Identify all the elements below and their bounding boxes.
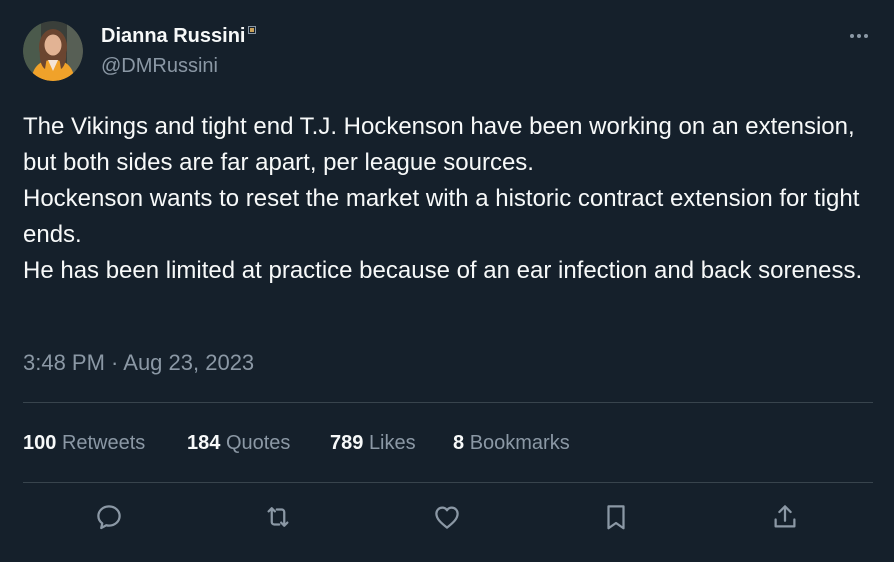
likes-label: Likes	[368, 432, 416, 454]
retweet-button[interactable]	[261, 500, 295, 534]
retweet-icon	[267, 507, 289, 527]
display-name-row: Dianna Russini	[101, 22, 257, 50]
handle[interactable]: @DMRussini	[101, 52, 256, 80]
tweet-card: Dianna Russini @DMRussini The Vikings an…	[0, 0, 894, 562]
tweet-paragraph: The Vikings and tight end T.J. Hockenson…	[23, 113, 855, 176]
tweet-paragraph: Hockenson wants to reset the market with…	[23, 185, 860, 248]
heart-icon	[435, 506, 459, 529]
display-name[interactable]: Dianna Russini	[101, 22, 245, 50]
divider	[23, 402, 873, 403]
avatar[interactable]	[23, 21, 83, 81]
quotes-count: 184	[187, 432, 221, 454]
bookmarks-stat[interactable]: 8 Bookmarks	[453, 428, 570, 458]
divider	[23, 482, 873, 483]
bookmarks-label: Bookmarks	[469, 432, 570, 454]
retweets-count: 100	[23, 432, 57, 454]
likes-count: 789	[330, 432, 364, 454]
tweet-paragraph: He has been limited at practice because …	[23, 257, 863, 284]
tweet-text: The Vikings and tight end T.J. Hockenson…	[23, 109, 873, 289]
reply-button[interactable]	[92, 500, 126, 534]
avatar-image	[23, 21, 83, 81]
share-button[interactable]	[768, 500, 802, 534]
share-icon	[774, 505, 796, 528]
bookmarks-count: 8	[453, 432, 465, 454]
bookmark-button[interactable]	[599, 500, 633, 534]
more-horizontal-icon	[850, 34, 868, 38]
bookmark-icon	[607, 505, 625, 530]
retweets-stat[interactable]: 100 Retweets	[23, 428, 145, 458]
reply-icon	[97, 505, 121, 530]
quotes-stat[interactable]: 184 Quotes	[187, 428, 290, 458]
likes-stat[interactable]: 789 Likes	[330, 428, 416, 458]
affiliate-badge-icon	[248, 26, 257, 34]
retweets-label: Retweets	[61, 432, 146, 454]
quotes-label: Quotes	[225, 432, 291, 454]
like-button[interactable]	[430, 500, 464, 534]
tweet-timestamp[interactable]: 3:48 PM · Aug 23, 2023	[23, 347, 254, 379]
author-info: Dianna Russini @DMRussini	[101, 22, 257, 80]
more-options-button[interactable]	[842, 24, 876, 48]
